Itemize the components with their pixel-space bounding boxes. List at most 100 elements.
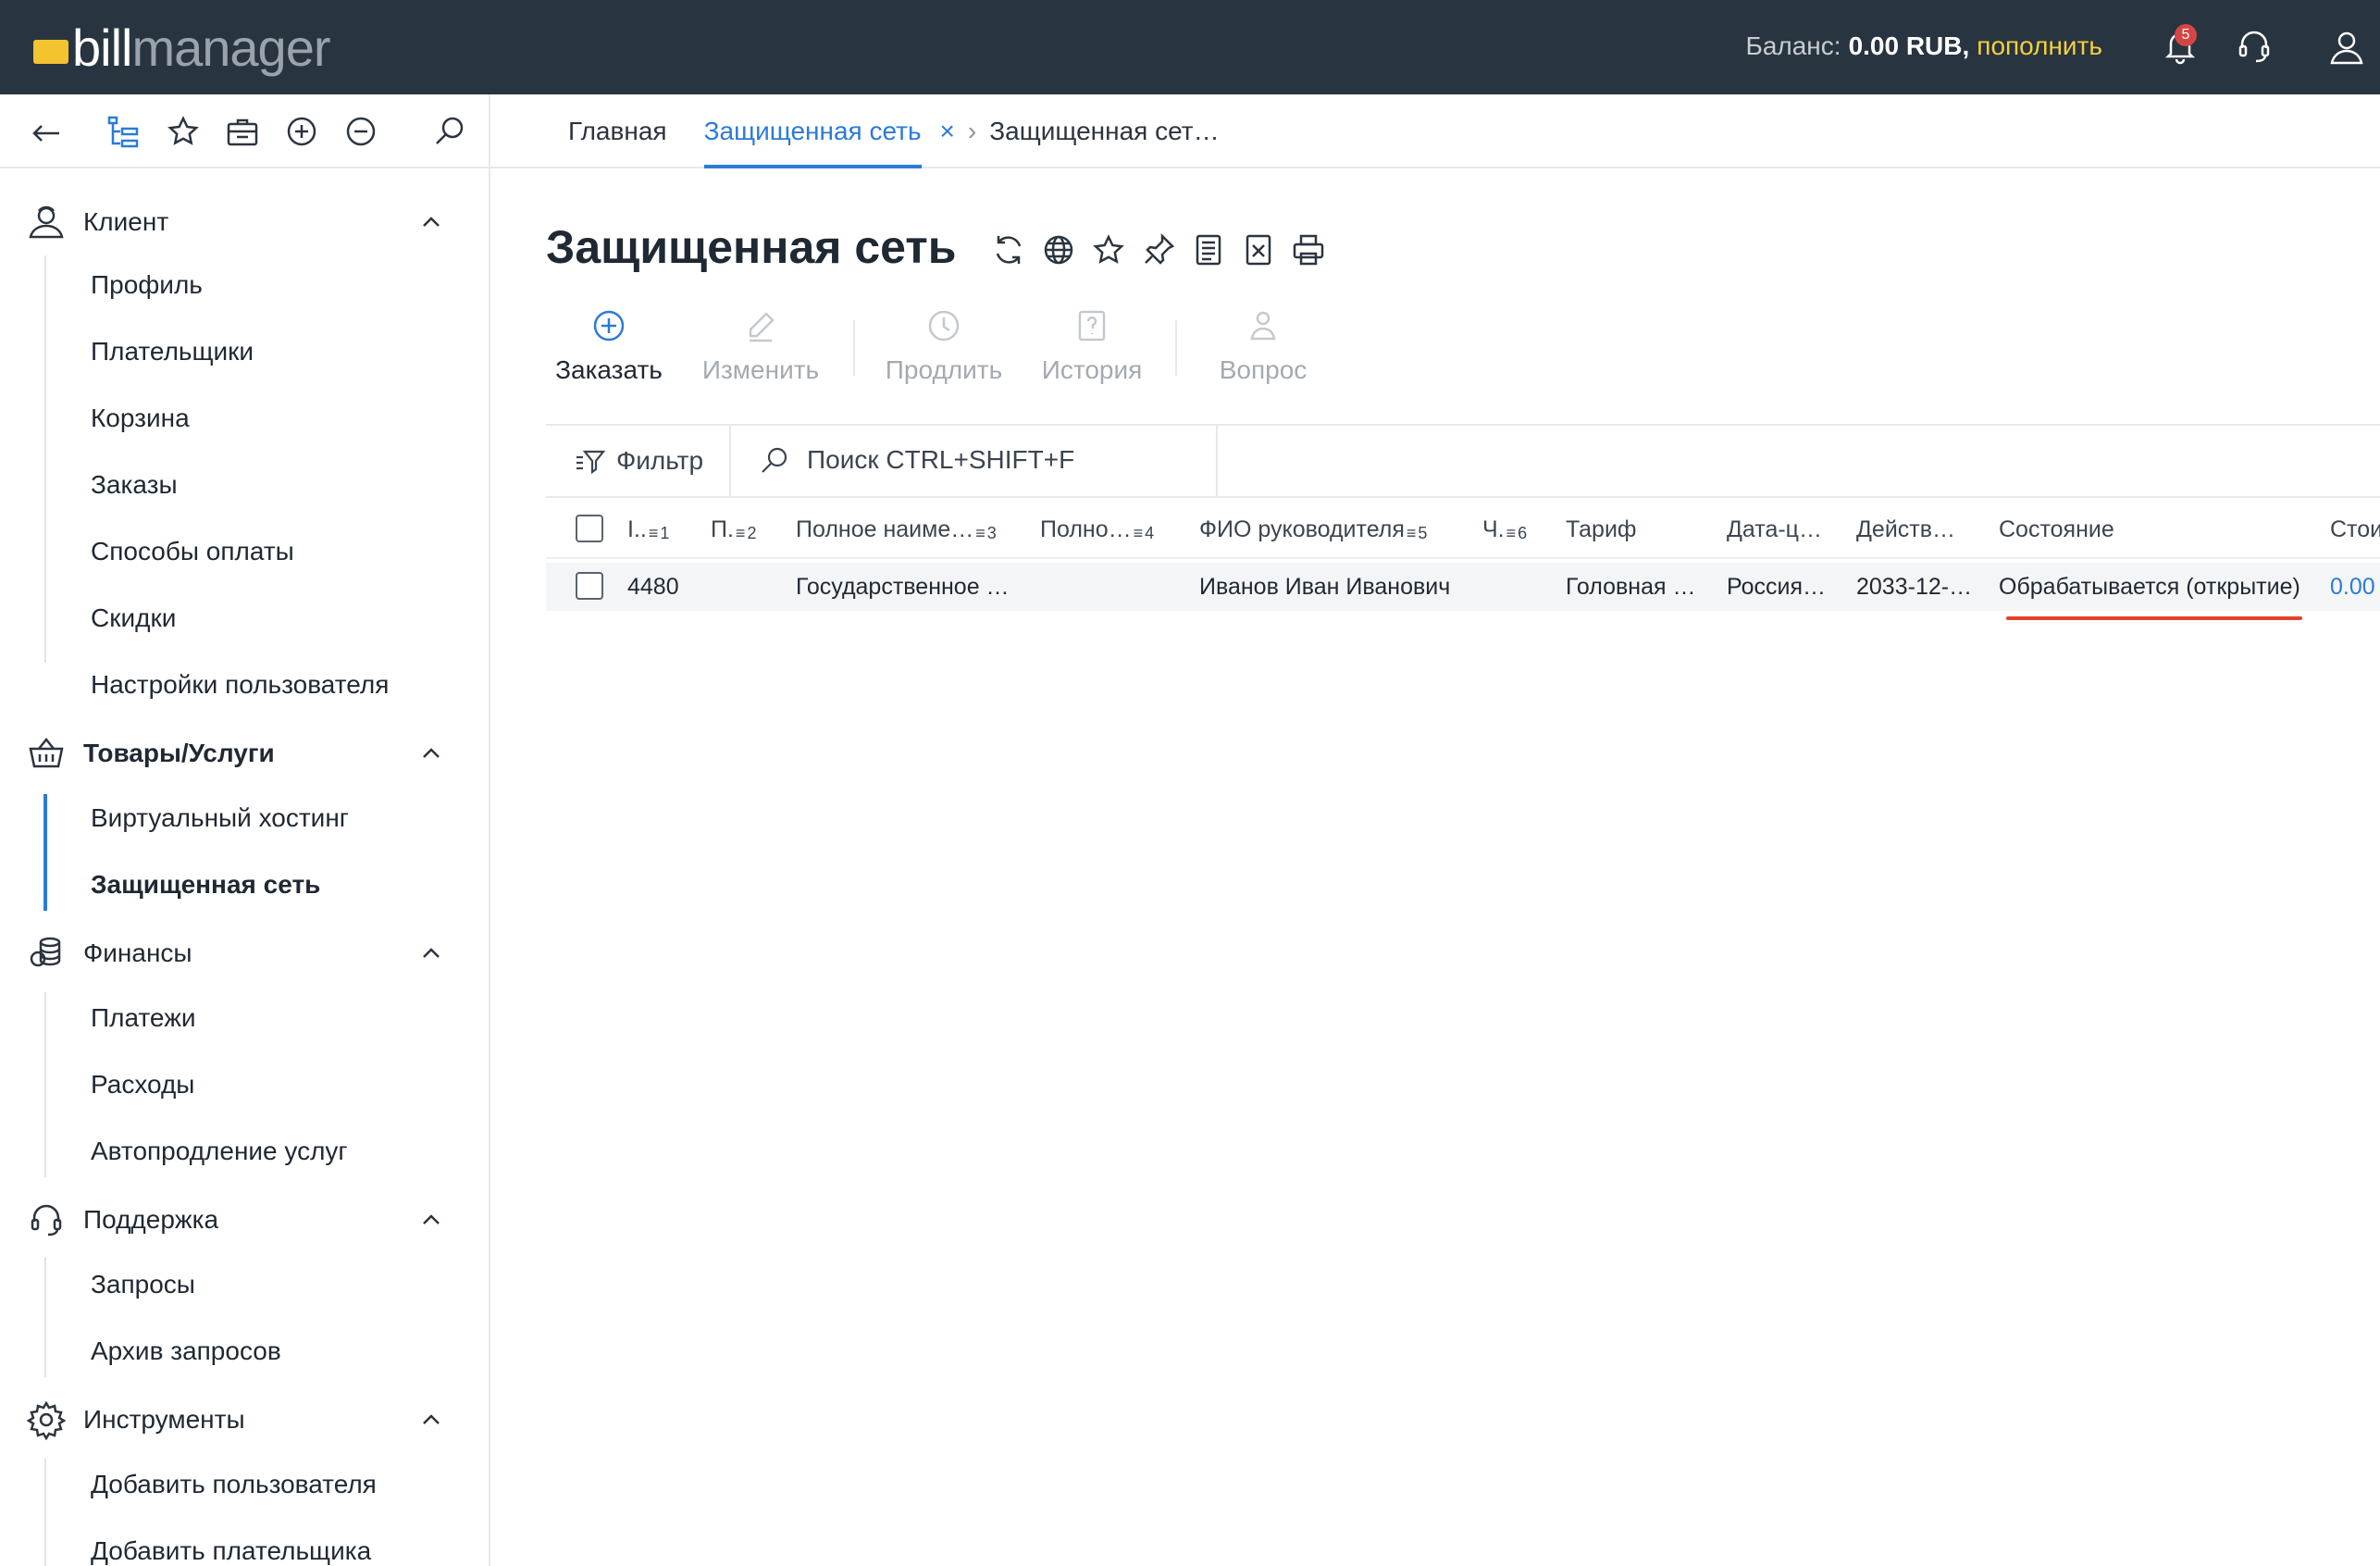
column-header-cost[interactable]: Стои xyxy=(2330,516,2380,543)
refresh-icon[interactable] xyxy=(990,231,1027,268)
sort-icon: ≡ xyxy=(1406,524,1417,542)
excel-export-icon[interactable] xyxy=(1240,231,1277,268)
pin-icon[interactable] xyxy=(1140,231,1177,268)
sidebar-item-orders[interactable]: Заказы xyxy=(91,470,178,500)
filter-bar: Фильтр Поиск CTRL+SHIFT+F xyxy=(546,424,2380,498)
row-checkbox[interactable] xyxy=(576,572,603,600)
topup-link[interactable]: пополнить xyxy=(1977,31,2102,61)
order-button[interactable]: Заказать xyxy=(555,307,663,409)
close-tab-icon[interactable]: × xyxy=(940,117,955,146)
edit-button[interactable]: Изменить xyxy=(698,307,824,409)
action-label: Продлить xyxy=(885,355,1003,384)
sidebar-guide-line xyxy=(44,992,46,1177)
sidebar-item-user-settings[interactable]: Настройки пользователя xyxy=(91,670,389,700)
action-label: Вопрос xyxy=(1219,355,1308,384)
user-profile-icon[interactable] xyxy=(2326,26,2367,67)
question-user-icon xyxy=(1245,307,1282,344)
sidebar-item-discounts[interactable]: Скидки xyxy=(91,603,176,633)
sidebar-item-expenses[interactable]: Расходы xyxy=(91,1070,194,1100)
sidebar-item-add-user[interactable]: Добавить пользователя xyxy=(91,1470,377,1499)
sidebar-item-autorenew[interactable]: Автопродление услуг xyxy=(91,1137,348,1166)
column-header-tariff[interactable]: Тариф xyxy=(1566,516,1637,543)
document-list-icon[interactable] xyxy=(1190,231,1227,268)
action-divider xyxy=(1175,320,1177,376)
column-header-full-name[interactable]: Полное наиме… ≡ 3 xyxy=(796,516,997,543)
sidebar-group-support[interactable]: Поддержка xyxy=(0,1194,490,1246)
tree-icon[interactable] xyxy=(105,113,143,150)
search-icon[interactable] xyxy=(431,113,468,150)
sidebar-item-payers[interactable]: Плательщики xyxy=(91,337,254,367)
sidebar-item-payment-methods[interactable]: Способы оплаты xyxy=(91,537,294,566)
print-icon[interactable] xyxy=(1290,231,1327,268)
action-label: Заказать xyxy=(555,355,663,384)
sidebar-item-virtual-hosting[interactable]: Виртуальный хостинг xyxy=(91,803,349,833)
sidebar-group-label: Финансы xyxy=(83,938,192,967)
column-header-status[interactable]: Состояние xyxy=(1999,516,2114,543)
sidebar-group-label: Клиент xyxy=(83,207,169,236)
column-header-id[interactable]: I.. ≡ 1 xyxy=(627,516,669,543)
balance-info: Баланс: 0.00 RUB, пополнить xyxy=(1745,31,2102,61)
chevron-up-icon[interactable] xyxy=(416,1405,446,1435)
column-header-ch[interactable]: Ч. ≡ 6 xyxy=(1482,516,1527,543)
sort-icon: ≡ xyxy=(1506,524,1517,542)
crumb-current[interactable]: Защищенная сет… xyxy=(989,94,1219,168)
back-arrow-icon[interactable] xyxy=(28,113,65,150)
sidebar-group-tools[interactable]: Инструменты xyxy=(0,1394,490,1446)
sort-icon: ≡ xyxy=(648,524,659,542)
question-button[interactable]: Вопрос xyxy=(1199,307,1327,409)
balance-amount: 0.00 RUB, xyxy=(1848,31,1970,60)
star-icon[interactable] xyxy=(165,113,202,150)
sidebar-item-cart[interactable]: Корзина xyxy=(91,404,190,433)
zoom-out-icon[interactable] xyxy=(342,113,379,150)
clock-icon xyxy=(925,307,962,344)
sidebar-item-profile[interactable]: Профиль xyxy=(91,270,203,300)
zoom-in-icon[interactable] xyxy=(283,113,320,150)
coins-icon xyxy=(26,933,67,974)
select-all-checkbox[interactable] xyxy=(576,515,603,542)
page-title: Защищенная сеть xyxy=(546,221,957,273)
cell-datacenter: Россия… xyxy=(1727,574,1826,600)
headset-icon[interactable] xyxy=(2234,26,2275,67)
renew-button[interactable]: Продлить xyxy=(879,307,1009,409)
sidebar-item-payments[interactable]: Платежи xyxy=(91,1003,196,1033)
crumb-home[interactable]: Главная xyxy=(568,94,667,168)
column-header-datacenter[interactable]: Дата-ц… xyxy=(1727,516,1822,543)
tab-protected-network[interactable]: Защищенная сеть xyxy=(703,94,922,168)
headset-icon xyxy=(26,1199,67,1240)
chevron-up-icon[interactable] xyxy=(416,207,446,237)
search-icon xyxy=(759,444,790,476)
sidebar-item-tickets-archive[interactable]: Архив запросов xyxy=(91,1336,281,1366)
sidebar-guide-line xyxy=(44,255,46,663)
column-header-full[interactable]: Полно… ≡ 4 xyxy=(1040,516,1154,543)
table-header: I.. ≡ 1 П. ≡ 2 Полное наиме… ≡ 3 Полно… ≡ 4 ФИО … xyxy=(546,498,2380,559)
sidebar-group-finance[interactable]: Финансы xyxy=(0,927,490,979)
toolbar: Главная Защищенная сеть × › Защищенная с… xyxy=(0,94,2380,168)
chevron-up-icon[interactable] xyxy=(416,938,446,968)
globe-icon[interactable] xyxy=(1040,231,1077,268)
notification-badge: 5 xyxy=(2175,24,2197,46)
column-header-p[interactable]: П. ≡ 2 xyxy=(711,516,756,543)
sidebar: Клиент Профиль Плательщики Корзина Заказ… xyxy=(0,168,490,1566)
briefcase-icon[interactable] xyxy=(224,113,261,150)
plus-circle-icon xyxy=(590,307,627,344)
column-header-valid[interactable]: Действ… xyxy=(1856,516,1955,543)
sidebar-item-add-payer[interactable]: Добавить плательщика xyxy=(91,1536,371,1566)
chevron-up-icon[interactable] xyxy=(416,1205,446,1235)
sidebar-group-label: Товары/Услуги xyxy=(83,739,275,767)
chevron-up-icon[interactable] xyxy=(416,739,446,768)
sidebar-group-client[interactable]: Клиент xyxy=(0,196,490,248)
filter-button[interactable]: Фильтр xyxy=(574,444,703,478)
cell-full-name: Государственное … xyxy=(796,574,1010,600)
main-content: Защищенная сеть Заказать Изменить Продли… xyxy=(546,168,2380,1566)
cell-cost[interactable]: 0.00 I xyxy=(2330,574,2380,601)
search-input[interactable]: Поиск CTRL+SHIFT+F xyxy=(759,444,1074,476)
star-icon[interactable] xyxy=(1090,231,1127,268)
column-header-director[interactable]: ФИО руководителя ≡ 5 xyxy=(1199,516,1427,543)
sort-icon: ≡ xyxy=(1133,524,1144,542)
table-row[interactable]: 4480 Государственное … Иванов Иван Ивано… xyxy=(546,563,2380,611)
sidebar-item-protected-network[interactable]: Защищенная сеть xyxy=(91,870,320,900)
sidebar-group-products[interactable]: Товары/Услуги xyxy=(0,727,490,779)
sidebar-item-tickets[interactable]: Запросы xyxy=(91,1270,195,1299)
billmanager-logo[interactable]: bill manager xyxy=(33,17,331,78)
history-button[interactable]: История xyxy=(1036,307,1147,409)
